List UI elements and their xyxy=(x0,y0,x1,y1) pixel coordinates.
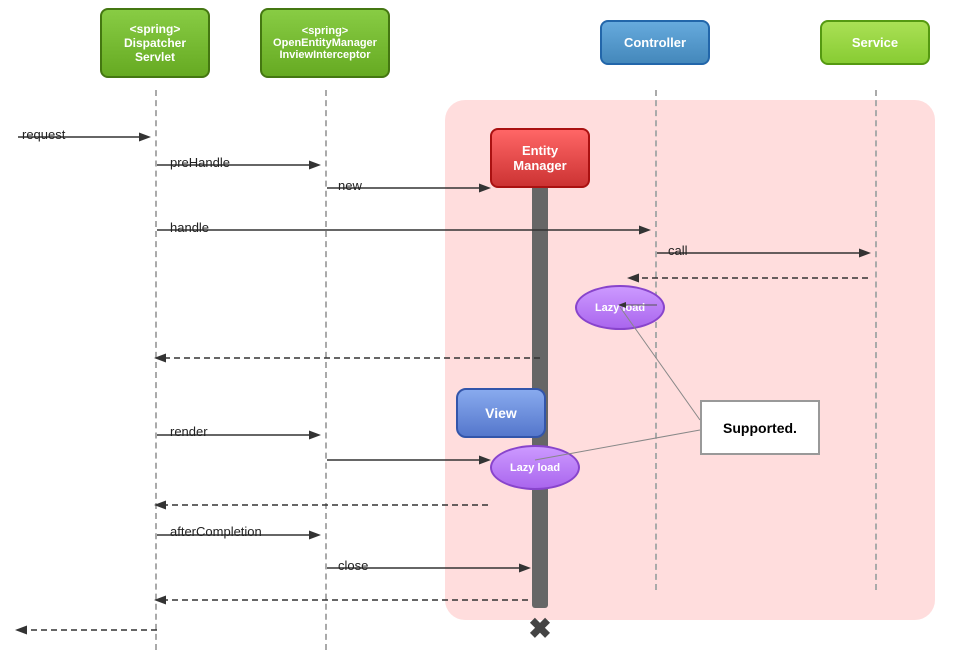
label-aftercompletion: afterCompletion xyxy=(170,524,262,539)
openentity-interceptor-node: <spring>OpenEntityManagerInviewIntercept… xyxy=(260,8,390,78)
controller-node: Controller xyxy=(600,20,710,65)
label-render: render xyxy=(170,424,208,439)
label-new: new xyxy=(338,178,362,193)
entitymanager-node: EntityManager xyxy=(490,128,590,188)
supported-box: Supported. xyxy=(700,400,820,455)
service-node: Service xyxy=(820,20,930,65)
label-prehandle: preHandle xyxy=(170,155,230,170)
view-node: View xyxy=(456,388,546,438)
diagram-container: <spring> Dispatcher Servlet <spring>Open… xyxy=(0,0,964,658)
lifeline-openentity xyxy=(325,90,327,650)
lazy-load-2-node: Lazy load xyxy=(490,445,580,490)
lifeline-end-x: ✖ xyxy=(522,610,558,646)
lifeline-controller xyxy=(655,90,657,590)
label-request: request xyxy=(22,127,65,142)
lifeline-dispatcher xyxy=(155,90,157,650)
label-close: close xyxy=(338,558,368,573)
dispatcher-servlet-node: <spring> Dispatcher Servlet xyxy=(100,8,210,78)
label-call: call xyxy=(668,243,688,258)
lazy-load-1-node: Lazy load xyxy=(575,285,665,330)
label-handle: handle xyxy=(170,220,209,235)
lifeline-service xyxy=(875,90,877,590)
lifeline-entitymanager-bar xyxy=(532,158,548,608)
